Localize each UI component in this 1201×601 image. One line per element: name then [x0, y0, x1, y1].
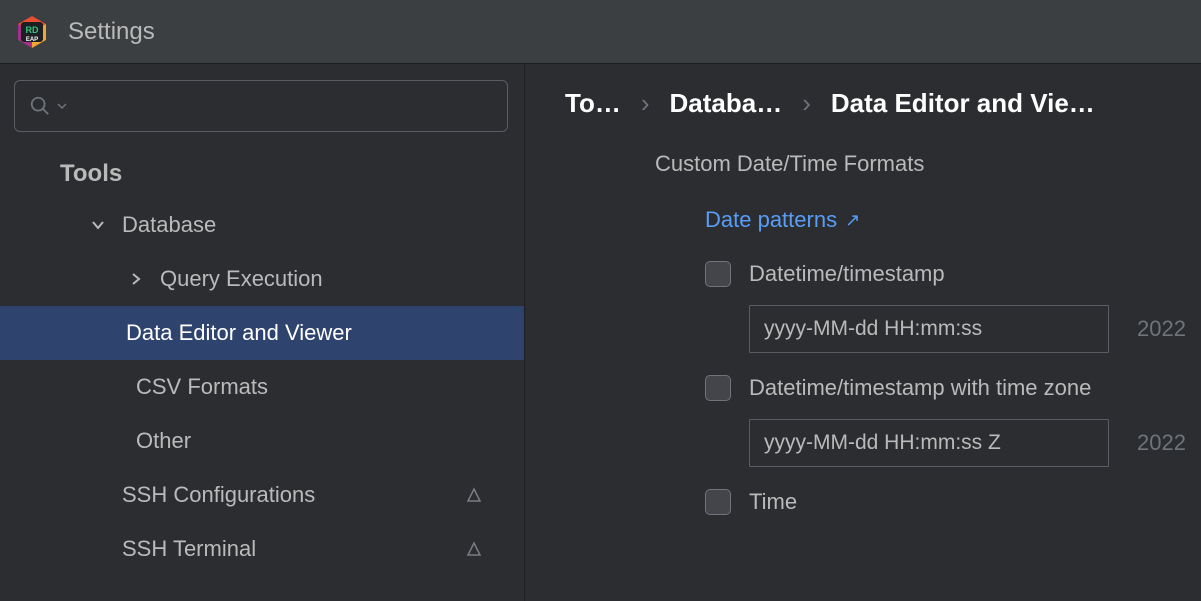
tree-item-label: CSV Formats [136, 374, 268, 400]
field-datetime: Datetime/timestamp 2022 [565, 261, 1201, 353]
datetime-tz-preview: 2022 [1137, 430, 1186, 456]
search-input-wrapper[interactable] [14, 80, 508, 132]
app-icon: RD EAP [16, 16, 48, 48]
titlebar: RD EAP Settings [0, 0, 1201, 64]
svg-text:RD: RD [26, 25, 39, 35]
tree-heading-tools: Tools [10, 150, 514, 198]
section-title: Custom Date/Time Formats [565, 151, 1201, 177]
tree-item-label: SSH Configurations [122, 482, 315, 508]
datetime-checkbox[interactable] [705, 261, 731, 287]
field-datetime-tz: Datetime/timestamp with time zone 2022 [565, 375, 1201, 467]
external-link-icon: ↗ [845, 210, 860, 231]
tree-item-ssh-configurations[interactable]: SSH Configurations [10, 468, 514, 522]
settings-sidebar: Tools Database Query Execution Data Edit… [0, 64, 525, 601]
checkbox-label: Time [749, 489, 797, 515]
chevron-down-icon [88, 217, 108, 233]
breadcrumb: To… › Databa… › Data Editor and Vie… [565, 88, 1201, 119]
datetime-preview: 2022 [1137, 316, 1186, 342]
settings-content: To… › Databa… › Data Editor and Vie… Cus… [525, 64, 1201, 601]
chevron-right-icon: › [641, 88, 650, 119]
tree-item-label: Query Execution [160, 266, 323, 292]
tree-item-ssh-terminal[interactable]: SSH Terminal [10, 522, 514, 576]
tree-item-label: Database [122, 212, 216, 238]
search-input[interactable] [73, 81, 493, 131]
chevron-down-icon [57, 101, 67, 111]
tree-item-query-execution[interactable]: Query Execution [10, 252, 514, 306]
tree-item-label: Data Editor and Viewer [126, 320, 352, 346]
tree-item-other[interactable]: Other [10, 414, 514, 468]
time-checkbox[interactable] [705, 489, 731, 515]
search-icon [29, 95, 51, 117]
tree-item-data-editor[interactable]: Data Editor and Viewer [0, 306, 524, 360]
checkbox-label: Datetime/timestamp [749, 261, 945, 287]
tree-item-label: SSH Terminal [122, 536, 256, 562]
svg-text:EAP: EAP [26, 37, 38, 43]
checkbox-label: Datetime/timestamp with time zone [749, 375, 1091, 401]
modified-icon [466, 541, 482, 557]
breadcrumb-item: Data Editor and Vie… [831, 88, 1095, 119]
modified-icon [466, 487, 482, 503]
tree-item-label: Other [136, 428, 191, 454]
breadcrumb-item[interactable]: To… [565, 88, 621, 119]
tree-item-csv-formats[interactable]: CSV Formats [10, 360, 514, 414]
window-title: Settings [68, 18, 155, 46]
chevron-right-icon: › [802, 88, 811, 119]
tree-item-database[interactable]: Database [10, 198, 514, 252]
chevron-right-icon [126, 271, 146, 287]
breadcrumb-item[interactable]: Databa… [670, 88, 783, 119]
datetime-tz-format-input[interactable] [749, 419, 1109, 467]
settings-tree: Tools Database Query Execution Data Edit… [10, 150, 514, 576]
date-patterns-link[interactable]: Date patterns [705, 207, 837, 233]
field-time: Time [565, 489, 1201, 515]
datetime-format-input[interactable] [749, 305, 1109, 353]
datetime-tz-checkbox[interactable] [705, 375, 731, 401]
